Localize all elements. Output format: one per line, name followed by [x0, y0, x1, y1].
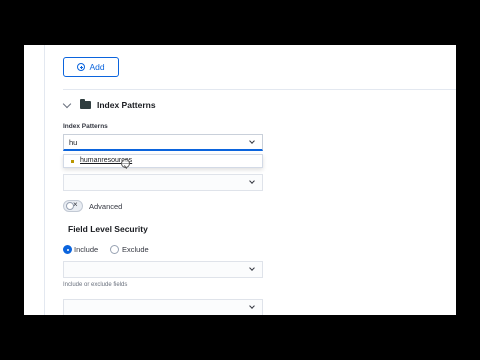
suggestion-list: humanresources — [63, 154, 263, 168]
dropdown-chevron-icon[interactable] — [249, 178, 255, 184]
include-radio[interactable] — [63, 245, 72, 254]
dropdown-chevron-icon[interactable] — [249, 265, 255, 271]
suggestion-marker-icon — [71, 160, 74, 163]
exclude-fields-select[interactable] — [63, 299, 263, 315]
chevron-down-icon[interactable] — [62, 99, 72, 108]
secondary-select[interactable] — [63, 174, 263, 191]
mouse-cursor-icon — [121, 159, 130, 168]
app-screen: Add Index Patterns Index Patterns hu hum… — [24, 45, 456, 315]
index-patterns-value: hu — [69, 138, 78, 147]
add-button-label: Add — [89, 62, 105, 72]
exclude-label[interactable]: Exclude — [122, 245, 149, 254]
dropdown-chevron-icon[interactable] — [249, 303, 255, 309]
panel-edge — [44, 45, 45, 315]
index-patterns-section-header[interactable]: Index Patterns — [62, 99, 156, 110]
advanced-label: Advanced — [89, 202, 123, 211]
section-title: Index Patterns — [97, 100, 156, 110]
advanced-toggle[interactable]: × — [63, 200, 83, 212]
folder-icon — [80, 99, 91, 109]
cross-icon: × — [73, 200, 78, 209]
plus-circle-icon — [77, 63, 86, 71]
index-patterns-label: Index Patterns — [63, 123, 108, 130]
fields-help-text: Include or exclude fields — [63, 282, 128, 288]
add-button[interactable]: Add — [63, 57, 119, 77]
index-patterns-input[interactable]: hu — [63, 134, 263, 151]
dropdown-chevron-icon[interactable] — [249, 138, 255, 144]
section-divider — [63, 89, 456, 90]
include-label[interactable]: Include — [74, 245, 98, 254]
exclude-radio[interactable] — [110, 245, 119, 254]
field-level-security-title: Field Level Security — [68, 224, 148, 234]
fields-select[interactable] — [63, 261, 263, 278]
